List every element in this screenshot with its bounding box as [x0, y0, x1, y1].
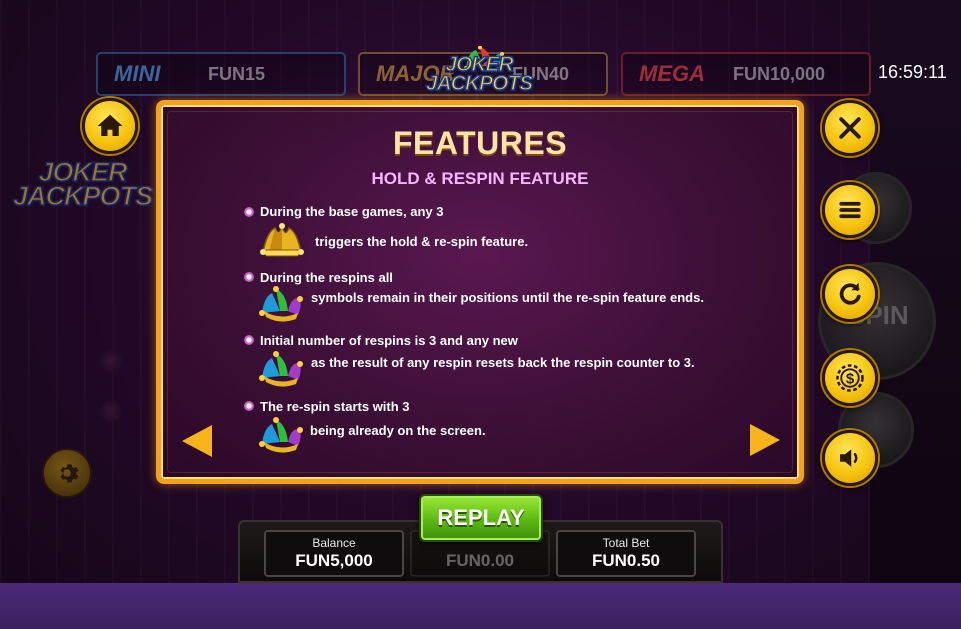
menu-icon [839, 201, 861, 219]
feature-3-line-2: as the result of any respin resets back … [311, 355, 695, 370]
feature-3-line-1: Initial number of respins is 3 and any n… [260, 333, 518, 348]
game-logo-background: JOKER JACKPOTS [10, 158, 155, 212]
game-logo: JOKER JACKPOTS [424, 53, 534, 95]
bullet-icon [244, 401, 254, 411]
balance-box: Balance FUN5,000 [264, 530, 404, 577]
golden-jester-hat-icon [260, 223, 304, 257]
home-button[interactable] [82, 98, 138, 154]
total-bet-box: Total Bet FUN0.50 [556, 530, 696, 577]
total-bet-label: Total Bet [602, 536, 650, 550]
settings-button[interactable] [42, 448, 92, 498]
jackpot-mega-value: FUN10,000 [733, 63, 826, 84]
feature-1-line-1: During the base games, any 3 [260, 204, 444, 219]
bullet-icon [244, 335, 254, 345]
bottom-band [0, 583, 961, 629]
close-button[interactable] [822, 100, 878, 156]
jackpot-mega-name: MEGA [639, 61, 705, 86]
feature-1-line-2: triggers the hold & re-spin feature. [315, 234, 529, 249]
decor-dot [100, 350, 122, 372]
gear-icon [60, 464, 79, 483]
replay-button[interactable]: REPLAY [419, 494, 543, 542]
bet-button[interactable]: $ [822, 350, 878, 406]
close-icon [839, 117, 861, 139]
refresh-button[interactable] [822, 266, 878, 322]
jackpot-mini: MINI FUN15 [96, 52, 346, 96]
svg-text:$: $ [846, 371, 855, 388]
jester-hat-icon [259, 417, 303, 453]
feature-2-line-1: During the respins all [260, 270, 393, 285]
win-value: FUN0.00 [445, 551, 515, 570]
decor-dot [100, 400, 122, 422]
total-bet-value: FUN0.50 [591, 551, 661, 570]
bullet-icon [244, 272, 254, 282]
jackpot-mega: MEGA FUN10,000 [621, 52, 871, 96]
game-stage: MINI FUN15 MAJOR FUN40 MEGA FUN10,000 16… [0, 0, 961, 629]
logo-line-2: JACKPOTS [12, 181, 154, 212]
feature-4-line-2: being already on the screen. [310, 423, 486, 438]
menu-button[interactable] [822, 182, 878, 238]
arrow-right-icon[interactable] [750, 424, 780, 456]
coin-dollar-icon: $ [836, 364, 864, 392]
jackpot-mini-value: FUN15 [208, 63, 266, 84]
logo-line-2: JACKPOTS [425, 71, 534, 95]
feature-2-line-2: symbols remain in their positions until … [311, 290, 704, 305]
arrow-left-icon[interactable] [182, 425, 212, 457]
sound-button[interactable] [822, 430, 878, 486]
bullet-icon [244, 207, 254, 217]
balance-label: Balance [312, 536, 356, 550]
jackpot-mini-name: MINI [114, 61, 161, 86]
panel-title: FEATURES [392, 125, 568, 161]
jester-hat-icon [259, 286, 303, 322]
feature-4-line-1: The re-spin starts with 3 [260, 399, 410, 414]
speaker-icon [840, 449, 858, 467]
clock: 16:59:11 [878, 62, 947, 82]
balance-value: FUN5,000 [295, 551, 373, 570]
refresh-icon [839, 282, 861, 305]
jester-hat-icon [259, 351, 303, 387]
home-icon [97, 114, 123, 136]
panel-subtitle: HOLD & RESPIN FEATURE [371, 169, 589, 188]
